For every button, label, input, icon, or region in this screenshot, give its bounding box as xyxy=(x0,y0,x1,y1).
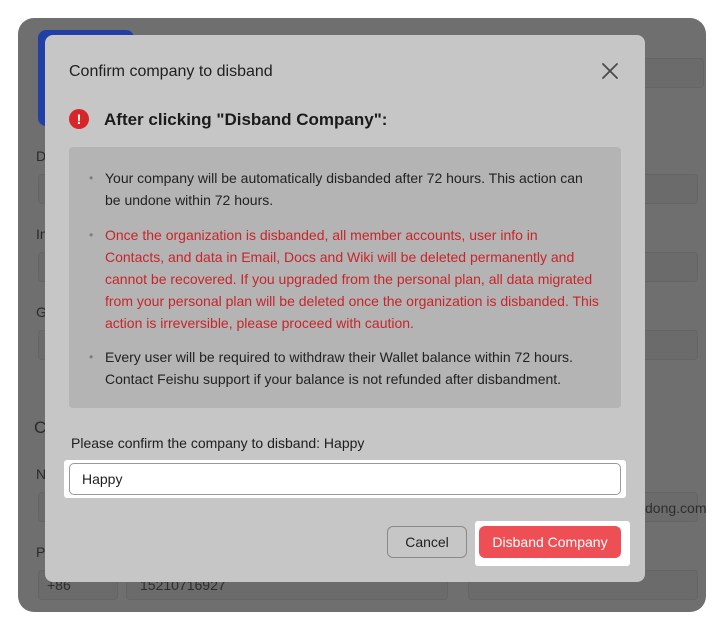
danger-text: Once the organization is disbanded, all … xyxy=(105,227,599,331)
warning-heading: After clicking "Disband Company": xyxy=(104,110,388,129)
warning-icon: ! xyxy=(69,109,89,129)
company-name-input[interactable] xyxy=(69,463,621,495)
close-icon xyxy=(602,63,618,79)
background-email-value: dong.com xyxy=(645,500,706,516)
warning-info-box: • Your company will be automatically dis… xyxy=(69,147,621,408)
info-text: Your company will be automatically disba… xyxy=(105,170,583,208)
info-list-item: • Your company will be automatically dis… xyxy=(89,167,599,211)
disband-company-dialog: Confirm company to disband ! After click… xyxy=(45,35,645,582)
confirm-prompt-label: Please confirm the company to disband: H… xyxy=(71,435,365,451)
close-button[interactable] xyxy=(599,60,621,82)
bullet-dot-icon: • xyxy=(89,350,94,364)
dialog-title: Confirm company to disband xyxy=(69,63,273,80)
disband-company-button[interactable]: Disband Company xyxy=(479,526,621,558)
info-text: Every user will be required to withdraw … xyxy=(105,349,573,387)
bullet-dot-icon: • xyxy=(89,228,94,242)
info-list-item: • Every user will be required to withdra… xyxy=(89,346,599,390)
cancel-button[interactable]: Cancel xyxy=(387,526,467,558)
bullet-dot-icon: • xyxy=(89,171,94,185)
info-list-item-danger: • Once the organization is disbanded, al… xyxy=(89,224,599,334)
background-label: P xyxy=(36,544,46,560)
